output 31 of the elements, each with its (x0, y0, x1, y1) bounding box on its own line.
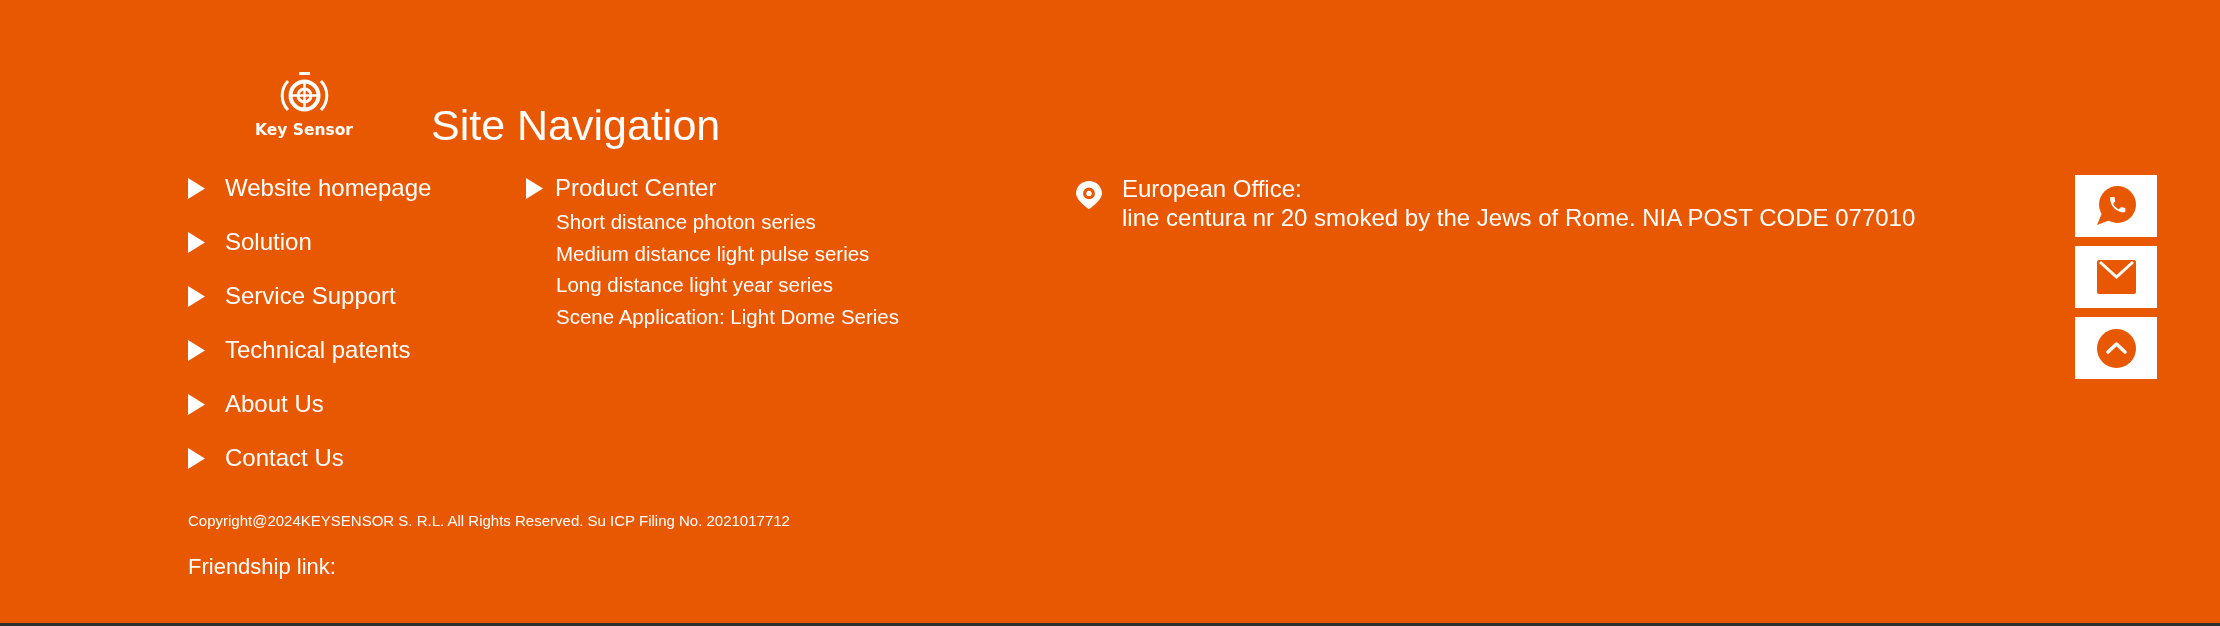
nav-link[interactable]: Service Support (188, 281, 396, 311)
location-pin-icon (1075, 181, 1103, 209)
product-series-link[interactable]: Scene Application: Light Dome Series (556, 300, 899, 332)
nav-link[interactable]: Technical patents (188, 335, 411, 365)
phone-button[interactable] (2075, 175, 2157, 237)
phone-chat-icon (2096, 186, 2136, 226)
nav-link[interactable]: Website homepage (188, 173, 432, 203)
friendship-link-label: Friendship link: (188, 553, 336, 581)
copyright-text: Copyright@2024KEYSENSOR S. R.L. All Rights Reserved. Su ICP Filing No. 2021017712 (188, 511, 790, 531)
product-series-link[interactable]: Long distance light year series (556, 269, 833, 301)
product-series-link[interactable]: Medium distance light pulse series (556, 237, 870, 269)
mail-icon (2096, 260, 2136, 294)
nav-link[interactable]: Product Center (526, 173, 717, 203)
logo-text: Key Sensor (255, 120, 353, 140)
nav-link[interactable]: About Us (188, 389, 324, 419)
chevron-up-icon (2096, 328, 2136, 368)
section-title: Site Navigation (431, 100, 721, 150)
triangle-icon (188, 231, 205, 253)
triangle-icon (188, 447, 205, 469)
product-series-link[interactable]: Short distance photon series (556, 206, 816, 238)
triangle-icon (188, 393, 205, 415)
nav-link[interactable]: Contact Us (188, 443, 344, 473)
nav-link[interactable]: Solution (188, 227, 312, 257)
office-title: European Office: (1122, 174, 1302, 203)
triangle-icon (526, 177, 543, 199)
back-to-top-button[interactable] (2075, 317, 2157, 379)
triangle-icon (188, 177, 205, 199)
mail-button[interactable] (2075, 246, 2157, 308)
triangle-icon (188, 339, 205, 361)
triangle-icon (188, 285, 205, 307)
office-address: line centura nr 20 smoked by the Jews of Rome. NIA POST CODE 077010 (1122, 203, 1916, 232)
